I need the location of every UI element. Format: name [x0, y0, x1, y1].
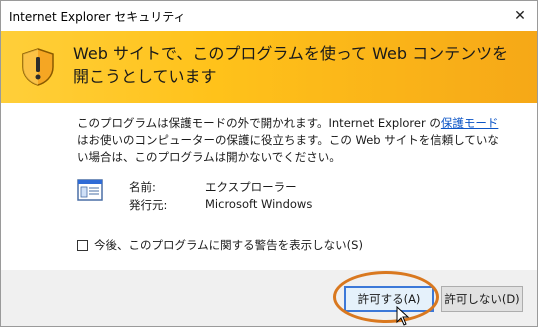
checkbox-label: 今後、このプログラムに関する警告を表示しない(S) [94, 238, 363, 252]
name-value: エクスプローラー [205, 180, 297, 194]
dont-warn-again-checkbox[interactable]: 今後、このプログラムに関する警告を表示しない(S) [77, 237, 363, 253]
security-dialog: Internet Explorer セキュリティ ✕ Web サイトで、このプロ… [0, 0, 538, 327]
window-title: Internet Explorer セキュリティ [9, 10, 186, 24]
protected-mode-link[interactable]: 保護モード [441, 116, 499, 130]
checkbox-box[interactable] [77, 239, 88, 251]
name-label: 名前: [129, 180, 156, 194]
publisher-value: Microsoft Windows [205, 197, 313, 211]
description-part1: このプログラムは保護モードの外で開かれます。Internet Explorer … [77, 116, 441, 130]
description-text: このプログラムは保護モードの外で開かれます。Internet Explorer … [77, 115, 507, 166]
close-icon[interactable]: ✕ [509, 5, 531, 27]
description-part2: はお使いのコンピューターの保護に役立ちます。この Web サイトを信頼していない… [77, 133, 499, 164]
dialog-content: このプログラムは保護モードの外で開かれます。Internet Explorer … [1, 103, 537, 270]
application-icon [77, 179, 103, 201]
shield-warning-icon [22, 48, 54, 86]
publisher-label: 発行元: [129, 198, 168, 212]
warning-banner: Web サイトで、このプログラムを使って Web コンテンツを開こうとしています [1, 31, 537, 103]
allow-button[interactable]: 許可する(A) [344, 286, 434, 312]
title-bar: Internet Explorer セキュリティ ✕ [1, 1, 537, 31]
deny-button[interactable]: 許可しない(D) [441, 286, 523, 312]
banner-message: Web サイトで、このプログラムを使って Web コンテンツを開こうとしています [73, 44, 509, 86]
